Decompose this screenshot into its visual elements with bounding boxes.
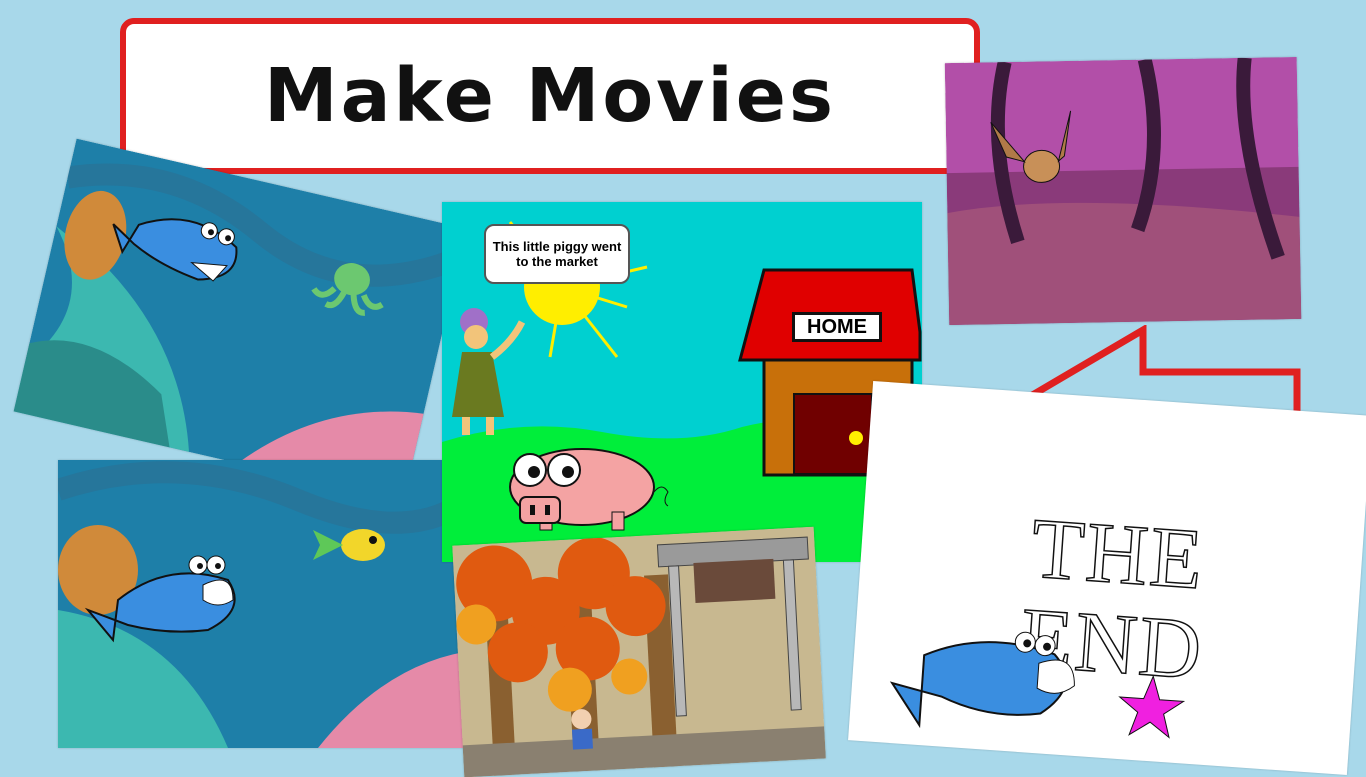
bat-forest-scene xyxy=(944,56,1302,326)
home-sign-text: HOME xyxy=(807,315,867,338)
shark-icon xyxy=(889,631,1075,729)
piggy-scene: This little piggy went to the market HOM… xyxy=(442,202,922,562)
the-end-slide: THE END xyxy=(848,380,1366,776)
speech-bubble: This little piggy went to the market xyxy=(484,224,630,284)
autumn-forest-game-scene xyxy=(452,526,826,777)
starfish-icon xyxy=(1118,674,1186,739)
speech-text: This little piggy went to the market xyxy=(492,239,622,269)
ocean-scene-top xyxy=(13,138,467,502)
title-banner: Make Movies xyxy=(120,18,980,174)
home-sign: HOME xyxy=(792,312,882,342)
ocean-scene-bottom xyxy=(58,460,478,748)
page-title: Make Movies xyxy=(263,53,837,139)
